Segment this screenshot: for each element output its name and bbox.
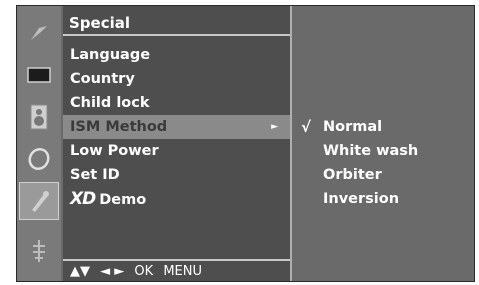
menu-title: Special (63, 10, 290, 36)
ism-method-submenu: √ Normal White wash Orbiter Inversion (294, 6, 474, 281)
menu-hint: MENU (163, 264, 202, 279)
menu-item-label: ISM Method (70, 119, 168, 135)
option-label: Normal (323, 119, 383, 135)
submenu-option-orbiter[interactable]: Orbiter (294, 163, 474, 187)
checkmark-icon: √ (301, 118, 312, 136)
left-right-arrows-icon: ◄ ► (100, 264, 125, 279)
menu-item-low-power[interactable]: Low Power (63, 139, 290, 163)
ok-hint: OK (134, 264, 154, 279)
menu-item-label: Low Power (70, 143, 159, 159)
special-menu-panel: Special Language Country Child lock ISM … (63, 6, 292, 281)
submenu-arrow-icon: ► (271, 122, 278, 132)
rail-item-special[interactable] (19, 182, 59, 220)
clock-icon (26, 147, 52, 171)
menu-item-country[interactable]: Country (63, 67, 290, 91)
menu-item-child-lock[interactable]: Child lock (63, 91, 290, 115)
option-label: Inversion (323, 191, 400, 207)
rail-item-audio[interactable] (19, 98, 59, 136)
submenu-option-inversion[interactable]: Inversion (294, 187, 474, 211)
tv-osd-menu: Special Language Country Child lock ISM … (16, 5, 475, 282)
up-down-arrows-icon: ▲▼ (70, 264, 90, 279)
menu-item-label: Demo (99, 192, 147, 208)
xd-logo: XD (70, 189, 96, 209)
submenu-option-normal[interactable]: √ Normal (294, 115, 474, 139)
rail-item-input[interactable] (19, 232, 59, 270)
special-icon (26, 188, 52, 214)
speaker-icon (28, 104, 50, 130)
option-label: White wash (323, 143, 419, 159)
navigation-hint-bar: ▲▼ ◄ ► OK MENU (63, 259, 290, 281)
screen-icon (26, 65, 52, 85)
rail-item-screen[interactable] (19, 56, 59, 94)
menu-item-label: Child lock (70, 95, 150, 111)
menu-item-ism-method[interactable]: ISM Method ► (63, 115, 290, 139)
picture-icon (27, 22, 51, 44)
menu-item-label: Language (70, 47, 151, 63)
rail-item-time[interactable] (19, 140, 59, 178)
menu-item-xd-demo[interactable]: XD Demo (63, 187, 290, 211)
menu-item-label: Set ID (70, 167, 120, 183)
submenu-option-white-wash[interactable]: White wash (294, 139, 474, 163)
menu-item-label: Country (70, 71, 135, 87)
menu-item-language[interactable]: Language (63, 43, 290, 67)
input-icon (27, 238, 51, 264)
rail-item-picture[interactable] (19, 14, 59, 52)
menu-item-set-id[interactable]: Set ID (63, 163, 290, 187)
category-rail (17, 6, 61, 281)
option-label: Orbiter (323, 167, 382, 183)
